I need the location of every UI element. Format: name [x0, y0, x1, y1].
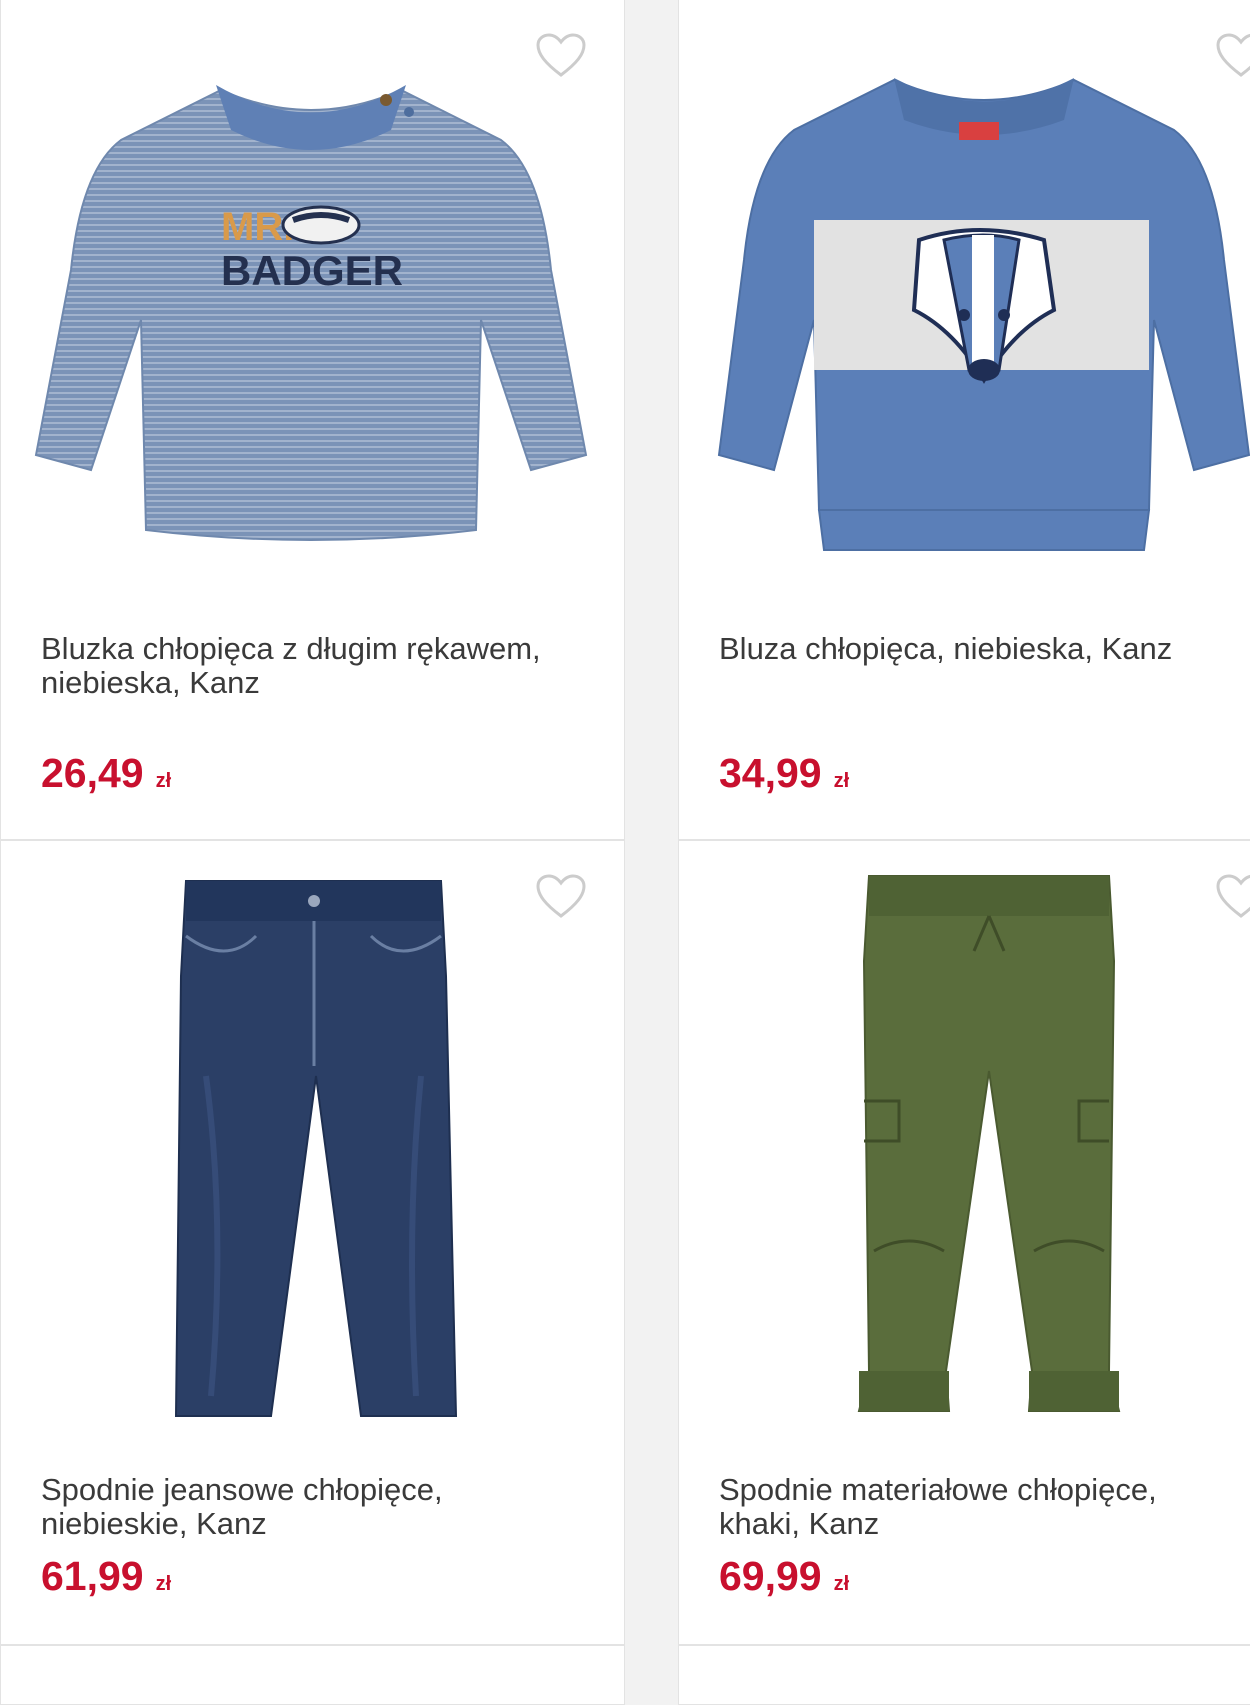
product-image[interactable]: MR. BADGER	[31, 70, 591, 560]
price-currency: zł	[833, 770, 850, 792]
product-card[interactable]: Spodnie materiałowe chłopięce, khaki, Ka…	[678, 840, 1250, 1645]
price-amount: 69,99	[719, 1553, 822, 1599]
product-price: 61,99 zł	[41, 1553, 171, 1600]
product-card-partial[interactable]	[0, 1645, 625, 1705]
price-amount: 61,99	[41, 1553, 144, 1599]
product-card[interactable]: MR. BADGER Bluzka chłopięca z długim ręk…	[0, 0, 625, 840]
product-card-partial[interactable]	[678, 1645, 1250, 1705]
price-amount: 34,99	[719, 750, 822, 796]
heart-outline-icon[interactable]	[535, 873, 587, 919]
price-currency: zł	[155, 1573, 172, 1595]
product-card[interactable]: Spodnie jeansowe chłopięce, niebieskie, …	[0, 840, 625, 1645]
product-title[interactable]: Spodnie materiałowe chłopięce, khaki, Ka…	[719, 1473, 1239, 1541]
product-image[interactable]	[854, 871, 1124, 1421]
product-price: 26,49 zł	[41, 750, 171, 797]
product-price: 34,99 zł	[719, 750, 849, 797]
product-title[interactable]: Bluzka chłopięca z długim rękawem, niebi…	[41, 632, 561, 700]
product-title[interactable]: Spodnie jeansowe chłopięce, niebieskie, …	[41, 1473, 561, 1541]
price-amount: 26,49	[41, 750, 144, 796]
print-text-badger: BADGER	[221, 247, 403, 294]
product-image[interactable]	[714, 70, 1250, 560]
price-currency: zł	[833, 1573, 850, 1595]
product-price: 69,99 zł	[719, 1553, 849, 1600]
heart-outline-icon[interactable]	[1215, 873, 1250, 919]
product-card[interactable]: Bluza chłopięca, niebieska, Kanz 34,99 z…	[678, 0, 1250, 840]
price-currency: zł	[155, 770, 172, 792]
product-image[interactable]	[166, 876, 466, 1426]
product-title[interactable]: Bluza chłopięca, niebieska, Kanz	[719, 632, 1239, 666]
